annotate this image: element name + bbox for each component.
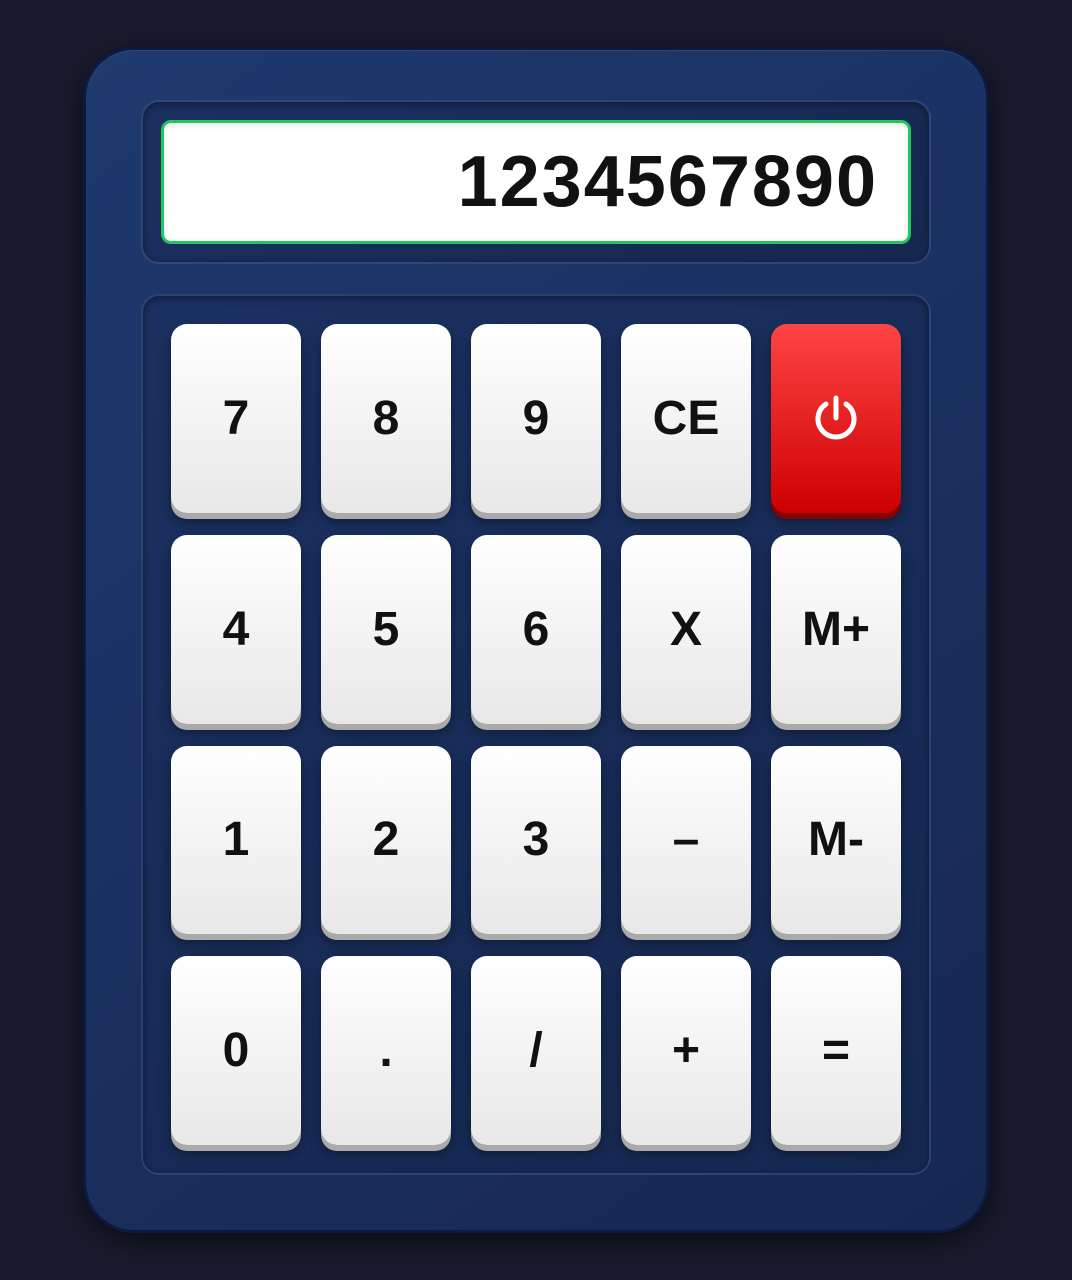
key-0[interactable]: 0 [171, 956, 301, 1145]
key-4[interactable]: 4 [171, 535, 301, 724]
key-add[interactable]: + [621, 956, 751, 1145]
key-mminus[interactable]: M- [771, 746, 901, 935]
keypad-wrapper: 7 8 9 CE 4 5 6 X M+ 1 [141, 294, 931, 1175]
display-value: 1234567890 [458, 141, 878, 223]
key-5[interactable]: 5 [321, 535, 451, 724]
key-row-2: 4 5 6 X M+ [171, 535, 901, 724]
key-divide[interactable]: / [471, 956, 601, 1145]
power-icon [810, 392, 862, 444]
key-row-4: 0 . / + = [171, 956, 901, 1145]
calculator: 1234567890 7 8 9 CE 4 5 6 [86, 50, 986, 1230]
display-screen: 1234567890 [161, 120, 911, 244]
key-9[interactable]: 9 [471, 324, 601, 513]
key-ce[interactable]: CE [621, 324, 751, 513]
key-7[interactable]: 7 [171, 324, 301, 513]
key-3[interactable]: 3 [471, 746, 601, 935]
key-1[interactable]: 1 [171, 746, 301, 935]
key-power[interactable] [771, 324, 901, 513]
key-equals[interactable]: = [771, 956, 901, 1145]
key-mplus[interactable]: M+ [771, 535, 901, 724]
key-dot[interactable]: . [321, 956, 451, 1145]
key-row-3: 1 2 3 – M- [171, 746, 901, 935]
key-8[interactable]: 8 [321, 324, 451, 513]
key-2[interactable]: 2 [321, 746, 451, 935]
key-6[interactable]: 6 [471, 535, 601, 724]
key-multiply[interactable]: X [621, 535, 751, 724]
key-subtract[interactable]: – [621, 746, 751, 935]
key-row-1: 7 8 9 CE [171, 324, 901, 513]
display-wrapper: 1234567890 [141, 100, 931, 264]
